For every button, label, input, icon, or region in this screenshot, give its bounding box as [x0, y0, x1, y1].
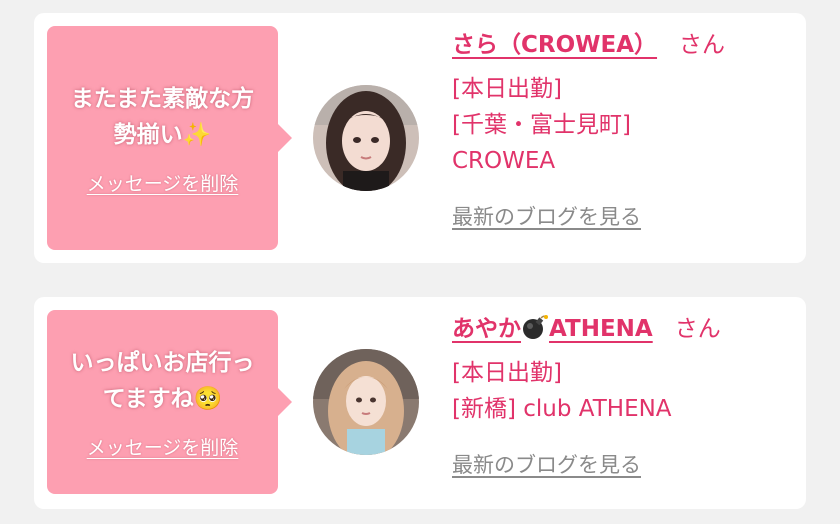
message-bubble: またまた素敵な方勢揃い✨ メッセージを削除 — [47, 26, 292, 250]
message-text: またまた素敵な方勢揃い✨ — [60, 81, 265, 153]
avatar[interactable] — [313, 349, 419, 455]
shop-location: [千葉・富士見町] CROWEA — [452, 112, 631, 174]
delete-message-link[interactable]: メッセージを削除 — [87, 433, 239, 460]
avatar[interactable] — [313, 85, 419, 191]
message-bubble: いっぱいお店行ってますね🥺 メッセージを削除 — [47, 310, 292, 494]
cast-name-row: あやか ATHENA さん — [452, 311, 792, 347]
message-card: いっぱいお店行ってますね🥺 メッセージを削除 あやか ATHENA さん [本日出 — [34, 297, 806, 509]
work-status: [本日出勤] — [452, 76, 562, 102]
cast-info: あやか ATHENA さん [本日出勤] [新橋] club ATHENA 最新のブ… — [452, 311, 792, 479]
delete-message-link[interactable]: メッセージを削除 — [87, 169, 239, 196]
cast-info: さら（CROWEA） さん [本日出勤] [千葉・富士見町] CROWEA 最新の… — [452, 27, 792, 231]
cast-details: [本日出勤] [新橋] club ATHENA — [452, 355, 752, 427]
shop-location: [新橋] club ATHENA — [452, 396, 672, 422]
cast-details: [本日出勤] [千葉・富士見町] CROWEA — [452, 71, 652, 179]
portrait-light-hair-icon — [313, 349, 419, 455]
honorific: さん — [674, 316, 721, 342]
message-text: いっぱいお店行ってますね🥺 — [60, 345, 265, 417]
cast-name-link[interactable]: あやか ATHENA — [452, 315, 653, 342]
portrait-dark-hair-icon — [313, 85, 419, 191]
message-card: またまた素敵な方勢揃い✨ メッセージを削除 さら（CROWEA） さん [本日出勤 — [34, 13, 806, 263]
cast-name-link[interactable]: さら（CROWEA） — [452, 32, 657, 58]
message-list: またまた素敵な方勢揃い✨ メッセージを削除 さら（CROWEA） さん [本日出勤 — [0, 0, 840, 524]
honorific: さん — [679, 32, 726, 58]
pleading-face-icon: 🥺 — [193, 385, 223, 412]
latest-blog-link[interactable]: 最新のブログを見る — [452, 201, 641, 231]
sparkles-icon: ✨ — [182, 121, 212, 148]
cast-name-row: さら（CROWEA） さん — [452, 27, 792, 63]
latest-blog-link[interactable]: 最新のブログを見る — [452, 449, 641, 479]
bomb-icon — [523, 315, 548, 339]
work-status: [本日出勤] — [452, 360, 562, 386]
